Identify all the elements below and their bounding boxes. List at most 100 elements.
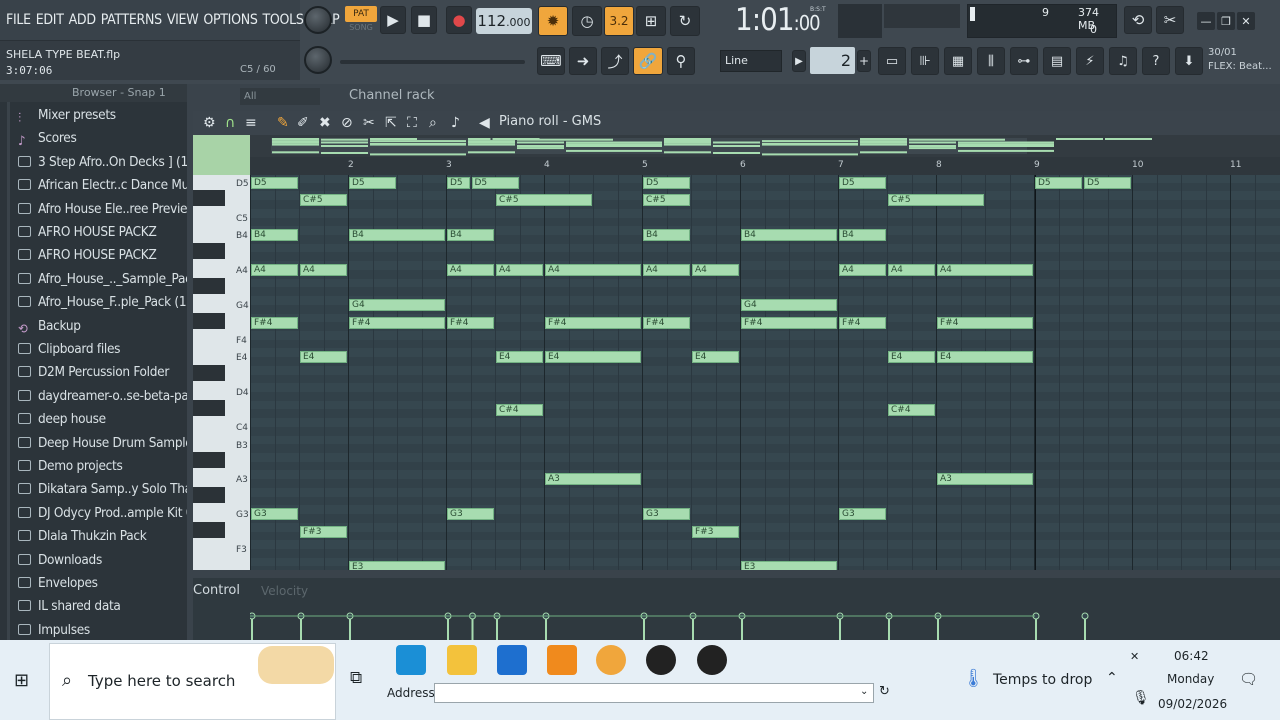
note[interactable]: A4 bbox=[447, 264, 494, 277]
note[interactable]: A4 bbox=[839, 264, 886, 277]
stop-button[interactable]: ■ bbox=[411, 6, 437, 34]
media-player-icon[interactable] bbox=[646, 645, 676, 675]
note[interactable]: F#4 bbox=[349, 316, 445, 329]
note[interactable]: A4 bbox=[888, 264, 935, 277]
note-grid[interactable]: D5 D5 D5 D5 D5 D5 D5 D5 C#5 C#5 C#5 C#5 B4 B4 B4 B4 B4 B4… bbox=[250, 175, 1280, 570]
snap-mode-select[interactable]: Line bbox=[720, 50, 782, 72]
browser-item[interactable]: Impulses bbox=[0, 619, 187, 642]
piano-roll-title[interactable]: Piano roll - GMS bbox=[499, 114, 601, 129]
snap-increase-button[interactable]: + bbox=[857, 50, 871, 72]
brush-icon[interactable]: ✐ bbox=[297, 115, 309, 131]
clock-date[interactable]: 09/02/2026 bbox=[1158, 697, 1227, 711]
note[interactable]: E3 bbox=[349, 560, 445, 570]
note[interactable]: A4 bbox=[937, 264, 1033, 277]
note[interactable]: C#5 bbox=[643, 194, 690, 207]
note[interactable]: G4 bbox=[349, 299, 445, 312]
note[interactable]: G3 bbox=[447, 508, 494, 521]
fl-studio-icon[interactable] bbox=[596, 645, 626, 675]
master-pitch-slider[interactable] bbox=[340, 60, 525, 64]
note[interactable]: A4 bbox=[643, 264, 690, 277]
zoom-fit-icon[interactable]: ⛶ bbox=[407, 115, 417, 131]
browser-item[interactable]: ♪ Scores bbox=[0, 127, 187, 150]
network-icon[interactable]: ✕ bbox=[1130, 650, 1139, 663]
note[interactable]: F#3 bbox=[300, 525, 347, 538]
black-key[interactable] bbox=[193, 452, 225, 469]
note[interactable]: E4 bbox=[692, 351, 739, 364]
loop-record-button[interactable]: ↻ bbox=[670, 6, 700, 36]
note[interactable]: B4 bbox=[741, 229, 837, 242]
note[interactable]: E4 bbox=[937, 351, 1033, 364]
clock-time[interactable]: 06:42 bbox=[1174, 649, 1209, 663]
snap-prev-button[interactable]: ▶ bbox=[792, 50, 806, 72]
note[interactable]: A3 bbox=[545, 473, 641, 486]
browser-item[interactable]: African Electr..c Dance Music bbox=[0, 174, 187, 197]
browser-item[interactable]: DJ Odycy Prod..ample Kit 01 bbox=[0, 502, 187, 525]
black-key[interactable] bbox=[193, 242, 225, 259]
black-key[interactable] bbox=[193, 521, 225, 538]
speaker-icon[interactable]: ♪ bbox=[451, 115, 460, 131]
channel-arrow-icon[interactable]: ◀ bbox=[479, 115, 490, 131]
browser-item[interactable]: Dlala Thukzin Pack bbox=[0, 525, 187, 548]
piano-roll-overview[interactable] bbox=[193, 135, 1280, 157]
browser-item[interactable]: Envelopes bbox=[0, 572, 187, 595]
black-key[interactable] bbox=[193, 364, 225, 381]
note[interactable]: G4 bbox=[741, 299, 837, 312]
browser-item[interactable]: Afro_House_F..ple_Pack (1) bbox=[0, 291, 187, 314]
browser-item[interactable]: 3 Step Afro..On Decks ] (1) bbox=[0, 151, 187, 174]
browser-item[interactable]: Demo projects bbox=[0, 455, 187, 478]
note[interactable]: D5 bbox=[1084, 177, 1131, 189]
channel-rack-title[interactable]: Channel rack bbox=[349, 88, 435, 103]
help-button[interactable]: ? bbox=[1142, 47, 1170, 75]
playlist-button[interactable]: ▭ bbox=[878, 47, 906, 75]
menu-options[interactable]: OPTIONS bbox=[203, 12, 257, 28]
plugin-button[interactable]: ⚡ bbox=[1076, 47, 1104, 75]
stepseq-button[interactable]: ⊪ bbox=[911, 47, 939, 75]
note[interactable]: C#4 bbox=[888, 403, 935, 416]
black-key[interactable] bbox=[193, 190, 225, 207]
pencil-icon[interactable]: ✎ bbox=[277, 115, 289, 131]
browser-item[interactable]: IL shared data bbox=[0, 595, 187, 618]
note[interactable]: B4 bbox=[643, 229, 690, 242]
note[interactable]: A4 bbox=[496, 264, 543, 277]
delete-icon[interactable]: ✖ bbox=[319, 115, 331, 131]
zoom-icon[interactable]: ⌕ bbox=[429, 115, 437, 131]
browser-item[interactable]: AFRO HOUSE PACKZ bbox=[0, 244, 187, 267]
channel-button[interactable]: ⊶ bbox=[1010, 47, 1038, 75]
note[interactable]: F#4 bbox=[839, 316, 886, 329]
recorder-icon[interactable] bbox=[697, 645, 727, 675]
note[interactable]: F#4 bbox=[545, 316, 641, 329]
file-explorer-icon[interactable] bbox=[447, 645, 477, 675]
note[interactable]: A4 bbox=[300, 264, 347, 277]
browser-item[interactable]: D2M Percussion Folder bbox=[0, 361, 187, 384]
timeline-ruler[interactable]: 2 3 4 5 6 7 8 9 10 11 bbox=[250, 157, 1280, 175]
wait-input-button[interactable]: ◷ bbox=[572, 6, 602, 36]
note[interactable]: F#4 bbox=[741, 316, 837, 329]
browser-item[interactable]: daydreamer-o..se-beta-pack bbox=[0, 385, 187, 408]
magnet-icon[interactable]: ∩ bbox=[225, 115, 235, 131]
microphone-icon[interactable]: 🎙 bbox=[1132, 690, 1150, 706]
note[interactable]: C#4 bbox=[496, 403, 543, 416]
note[interactable]: F#4 bbox=[643, 316, 690, 329]
note[interactable]: E4 bbox=[300, 351, 347, 364]
weather-text[interactable]: Temps to drop bbox=[993, 672, 1092, 688]
song-mode-button[interactable]: SONG bbox=[345, 23, 377, 35]
cut-tool-button[interactable]: ✂ bbox=[1156, 6, 1184, 34]
blend-notes-button[interactable]: ⊞ bbox=[636, 6, 666, 36]
note-color-tool[interactable] bbox=[193, 135, 250, 175]
outlook-icon[interactable] bbox=[497, 645, 527, 675]
note[interactable]: C#5 bbox=[496, 194, 592, 207]
browser-item[interactable]: Deep House Drum Samples bbox=[0, 432, 187, 455]
browser-item[interactable]: ⫶ Mixer presets bbox=[0, 104, 187, 127]
browser-item[interactable]: Afro_House_.._Sample_Pack bbox=[0, 268, 187, 291]
menu-view[interactable]: VIEW bbox=[167, 12, 199, 28]
menu-file[interactable]: FILE bbox=[6, 12, 31, 28]
mixer-button[interactable]: ⫼ bbox=[977, 47, 1005, 75]
note[interactable]: F#4 bbox=[937, 316, 1033, 329]
snap-value[interactable]: 2 bbox=[810, 47, 855, 74]
select-icon[interactable]: ⇱ bbox=[385, 115, 397, 131]
note[interactable]: F#4 bbox=[251, 316, 298, 329]
note[interactable]: B4 bbox=[251, 229, 298, 242]
undo-history-button[interactable]: ⟲ bbox=[1124, 6, 1152, 34]
pat-mode-button[interactable]: PAT bbox=[345, 6, 377, 22]
mute-icon[interactable]: ⊘ bbox=[341, 115, 353, 131]
